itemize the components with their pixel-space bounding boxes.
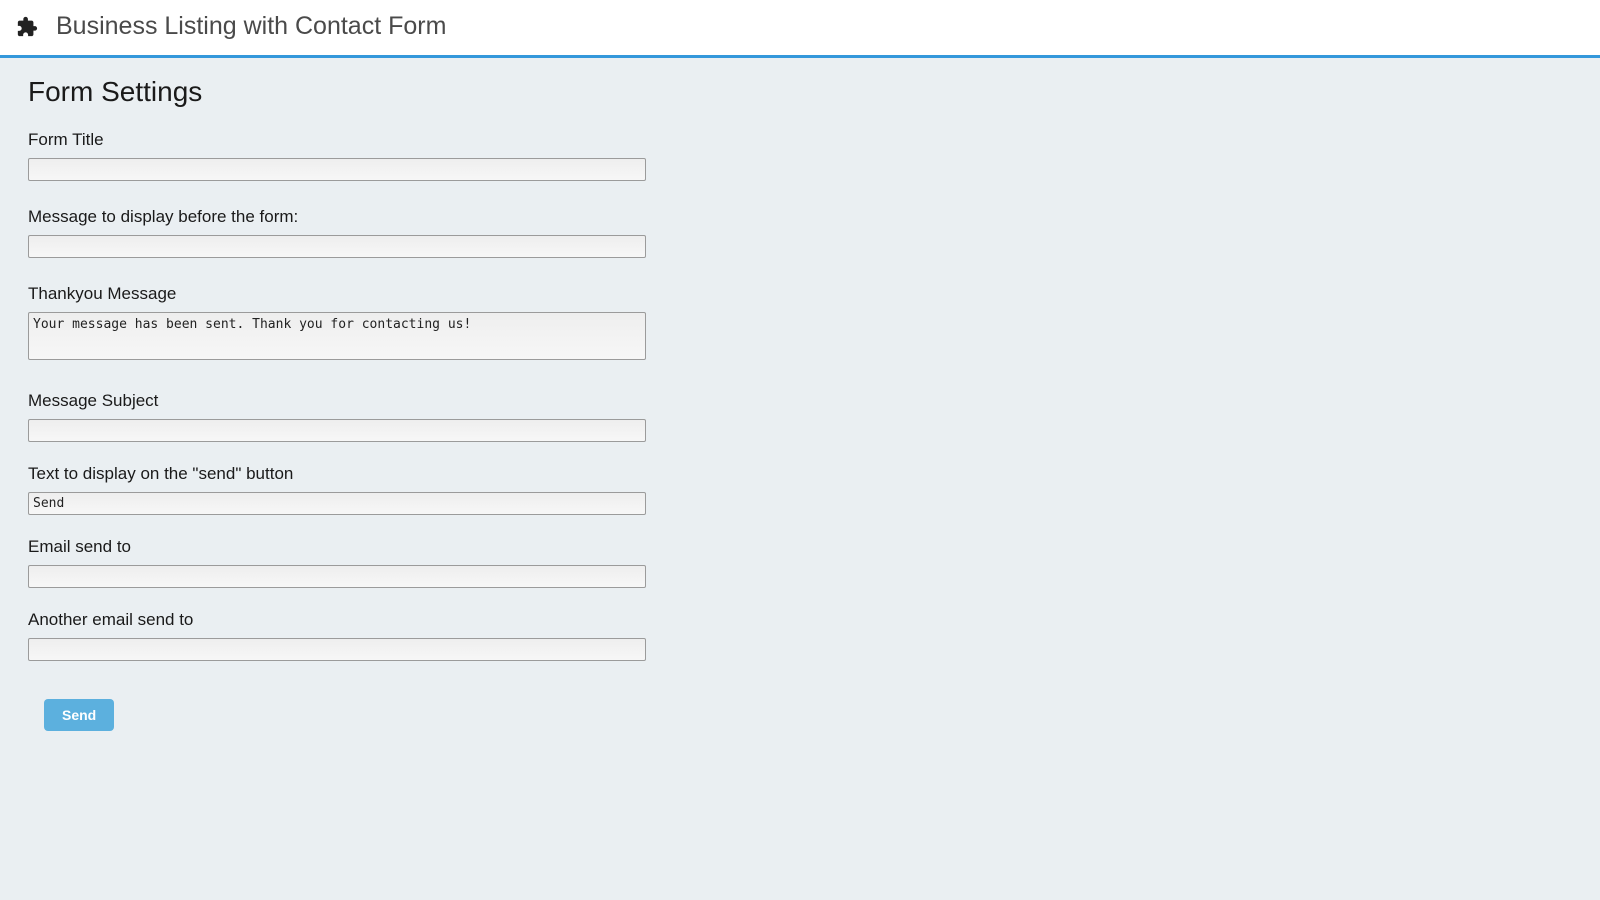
send-text-input[interactable]	[28, 492, 646, 515]
subject-label: Message Subject	[28, 391, 1572, 411]
email-to-label: Email send to	[28, 537, 1572, 557]
form-group-before-message: Message to display before the form:	[28, 207, 1572, 258]
form-group-email-to: Email send to	[28, 537, 1572, 588]
email-to-input[interactable]	[28, 565, 646, 588]
form-group-subject: Message Subject	[28, 391, 1572, 442]
form-group-thankyou: Thankyou Message	[28, 284, 1572, 365]
form-group-title: Form Title	[28, 130, 1572, 181]
form-group-another-email: Another email send to	[28, 610, 1572, 661]
thankyou-textarea[interactable]	[28, 312, 646, 360]
before-message-label: Message to display before the form:	[28, 207, 1572, 227]
subject-input[interactable]	[28, 419, 646, 442]
page-header: Business Listing with Contact Form	[0, 0, 1600, 58]
thankyou-label: Thankyou Message	[28, 284, 1572, 304]
form-title-input[interactable]	[28, 158, 646, 181]
send-text-label: Text to display on the "send" button	[28, 464, 1572, 484]
puzzle-icon	[16, 16, 38, 38]
form-title-label: Form Title	[28, 130, 1572, 150]
send-button[interactable]: Send	[44, 699, 114, 731]
section-title: Form Settings	[28, 76, 1572, 108]
another-email-label: Another email send to	[28, 610, 1572, 630]
form-group-send-text: Text to display on the "send" button	[28, 464, 1572, 515]
before-message-input[interactable]	[28, 235, 646, 258]
page-title: Business Listing with Contact Form	[56, 12, 446, 41]
page-body: Form Settings Form Title Message to disp…	[0, 58, 1600, 749]
another-email-input[interactable]	[28, 638, 646, 661]
